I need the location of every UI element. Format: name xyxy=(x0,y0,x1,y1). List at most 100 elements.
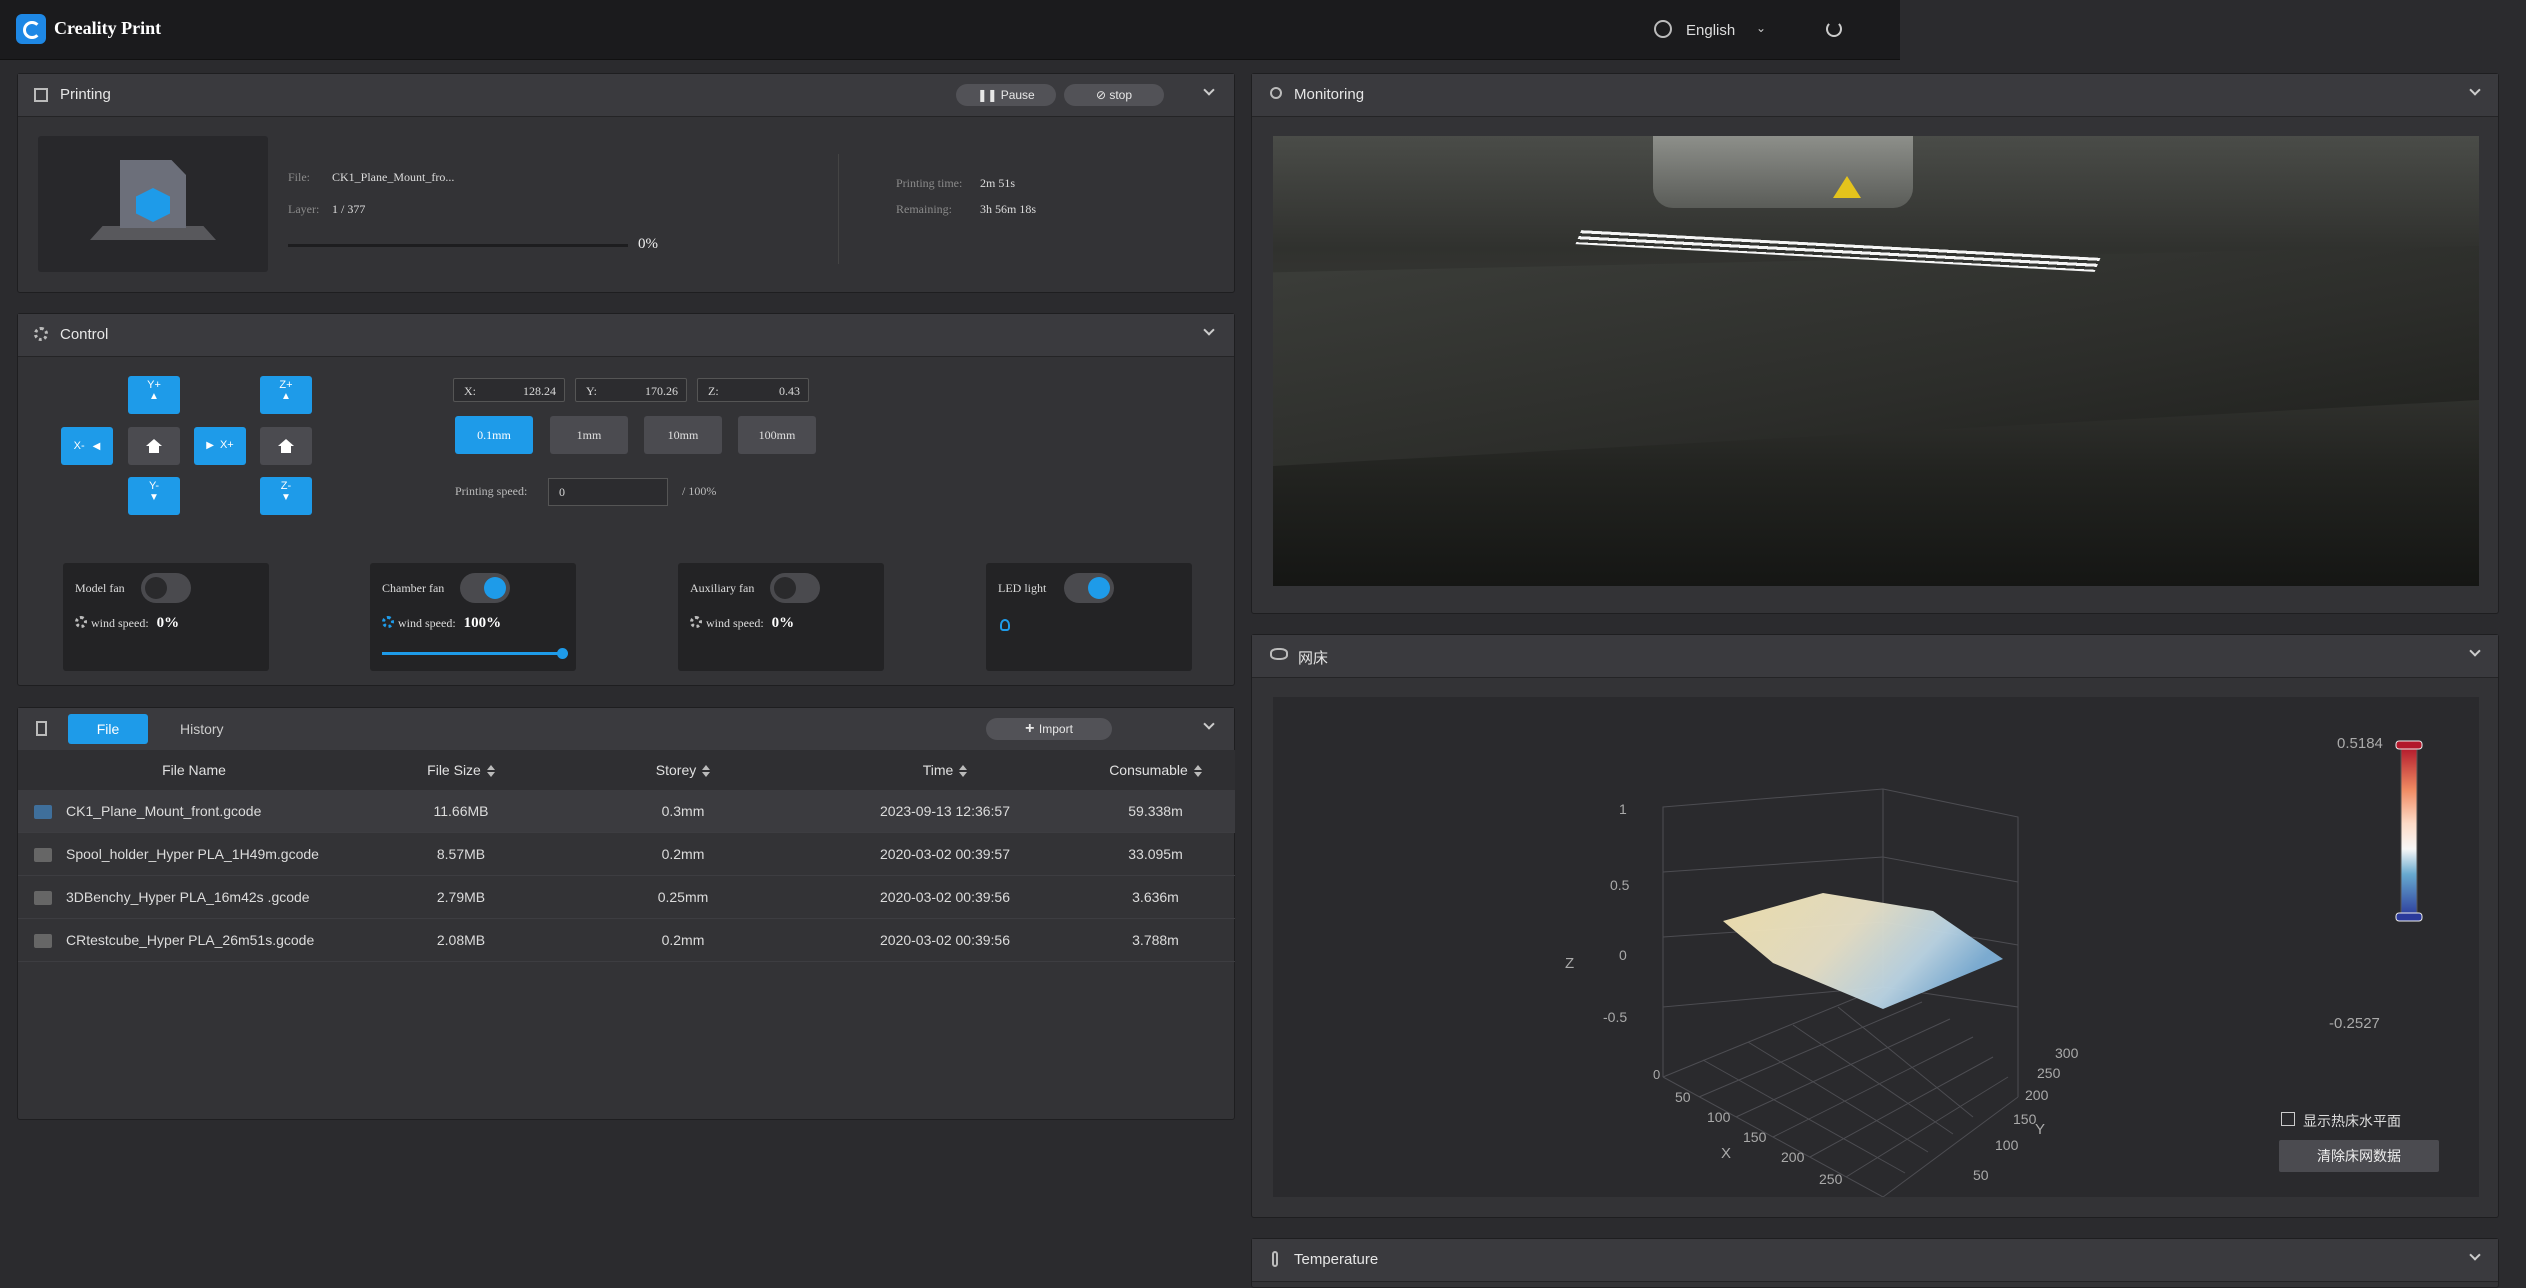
file-label: File: xyxy=(288,170,311,184)
sort-icon[interactable] xyxy=(486,765,495,778)
mesh-grid xyxy=(1662,788,2019,1197)
chevron-down-icon[interactable] xyxy=(1204,86,1214,96)
model-fan-toggle[interactable] xyxy=(141,573,191,603)
led-light-toggle[interactable] xyxy=(1064,573,1114,603)
file-value: CK1_Plane_Mount_fro... xyxy=(332,170,455,184)
led-light-label: LED light xyxy=(998,581,1047,595)
x-tick-label: 200 xyxy=(1781,1149,1805,1165)
clear-mesh-button[interactable]: 清除床网数据 xyxy=(2279,1140,2439,1172)
print-bed xyxy=(1273,246,2479,466)
aux-fan-card: Auxiliary fan wind speed: 0% xyxy=(678,563,884,671)
column-header-file-size[interactable]: File Size xyxy=(370,750,552,790)
layer-label: Layer: xyxy=(288,202,320,216)
aux-fan-wind: wind speed: 0% xyxy=(690,615,794,632)
column-header-time[interactable]: Time xyxy=(814,750,1076,790)
chamber-fan-slider-handle[interactable] xyxy=(557,648,568,659)
chevron-down-icon[interactable] xyxy=(2470,647,2480,657)
fan-icon xyxy=(75,616,87,628)
tab-history[interactable]: History xyxy=(180,721,224,737)
sort-icon[interactable] xyxy=(1193,765,1202,778)
table-row[interactable]: CRtestcube_Hyper PLA_26m51s.gcode 2.08MB… xyxy=(18,918,1235,962)
chevron-down-icon[interactable] xyxy=(2470,1251,2480,1261)
jog-x-minus-button[interactable]: X- ◀ xyxy=(61,427,113,465)
show-plane-checkbox[interactable] xyxy=(2281,1112,2295,1126)
jog-x-plus-button[interactable]: ▶ X+ xyxy=(194,427,246,465)
jog-z-minus-button[interactable]: Z- ▼ xyxy=(260,477,312,515)
camera-feed[interactable] xyxy=(1273,136,2479,586)
bed-mesh-panel: 网床 1 0.5 0 -0.5 Z 0 50 100 150 200 250 X… xyxy=(1251,634,2499,1218)
printer-icon xyxy=(34,88,48,102)
column-header-consumable[interactable]: Consumable xyxy=(1076,750,1235,790)
layer-value: 1 / 377 xyxy=(332,202,366,216)
y-tick-label: 300 xyxy=(2055,1045,2079,1061)
step-1mm-button[interactable]: 1mm xyxy=(550,416,628,454)
mesh-3d-chart[interactable] xyxy=(1273,697,2479,1197)
import-button[interactable]: + Import xyxy=(986,718,1112,740)
globe-icon[interactable] xyxy=(1654,20,1672,38)
bed-icon xyxy=(90,226,216,240)
x-tick-label: 150 xyxy=(1743,1129,1767,1145)
x-tick-label: 250 xyxy=(1819,1171,1843,1187)
colorbar xyxy=(2400,746,2418,918)
chevron-down-icon[interactable] xyxy=(1204,720,1214,730)
chevron-down-icon[interactable]: ⌄ xyxy=(1756,21,1766,35)
temperature-panel: Temperature xyxy=(1251,1238,2499,1288)
colorbar-max-handle[interactable] xyxy=(2395,740,2423,750)
step-100mm-button[interactable]: 100mm xyxy=(738,416,816,454)
chevron-down-icon[interactable] xyxy=(1204,326,1214,336)
toolhead xyxy=(1653,136,1913,208)
aux-fan-toggle[interactable] xyxy=(770,573,820,603)
home-icon xyxy=(146,439,162,453)
file-thumbnail-icon xyxy=(34,805,52,820)
app-logo-icon xyxy=(16,14,46,44)
column-header-file-name[interactable]: File Name xyxy=(18,750,370,790)
sort-icon[interactable] xyxy=(959,765,968,778)
bed-mesh-title: 网床 xyxy=(1298,650,1329,667)
colorbar-min-label: -0.2527 xyxy=(2329,1015,2380,1032)
x-axis-label: X xyxy=(1721,1145,1732,1162)
fan-icon xyxy=(382,616,394,628)
chamber-fan-wind: wind speed: 100% xyxy=(382,615,501,632)
step-0.1mm-button[interactable]: 0.1mm xyxy=(455,416,533,454)
refresh-icon[interactable] xyxy=(1826,21,1842,37)
z-tick-label: 1 xyxy=(1619,801,1627,817)
jog-y-plus-button[interactable]: Y+ ▲ xyxy=(128,376,180,414)
printing-speed-input[interactable]: 0 xyxy=(548,478,668,506)
thermometer-icon xyxy=(1272,1251,1278,1267)
step-10mm-button[interactable]: 10mm xyxy=(644,416,722,454)
gear-icon xyxy=(34,327,48,341)
monitoring-title: Monitoring xyxy=(1294,86,1365,103)
table-row[interactable]: CK1_Plane_Mount_front.gcode 11.66MB 0.3m… xyxy=(18,790,1235,833)
progress-bar xyxy=(288,244,628,247)
chamber-fan-toggle[interactable] xyxy=(460,573,510,603)
sort-icon[interactable] xyxy=(702,765,711,778)
monitoring-panel: Monitoring xyxy=(1251,73,2499,614)
model-fan-label: Model fan xyxy=(75,581,125,595)
jog-y-minus-button[interactable]: Y- ▼ xyxy=(128,477,180,515)
temperature-header: Temperature xyxy=(1252,1239,2498,1282)
bed-mesh-header: 网床 xyxy=(1252,635,2498,678)
home-xy-button[interactable] xyxy=(128,427,180,465)
colorbar-min-handle[interactable] xyxy=(2395,912,2423,922)
stop-button[interactable]: ⊘ stop xyxy=(1064,84,1164,106)
fan-icon xyxy=(690,616,702,628)
home-z-button[interactable] xyxy=(260,427,312,465)
file-thumbnail-icon xyxy=(34,891,52,906)
z-coordinate-field: Z: 0.43 xyxy=(697,378,809,402)
jog-z-plus-button[interactable]: Z+ ▲ xyxy=(260,376,312,414)
chamber-fan-label: Chamber fan xyxy=(382,581,445,595)
tab-file[interactable]: File xyxy=(68,714,148,744)
y-tick-label: 50 xyxy=(1973,1167,1989,1183)
table-row[interactable]: Spool_holder_Hyper PLA_1H49m.gcode 8.57M… xyxy=(18,832,1235,876)
chevron-down-icon[interactable] xyxy=(2470,86,2480,96)
language-selector[interactable]: English xyxy=(1686,22,1735,39)
model-fan-card: Model fan wind speed: 0% xyxy=(63,563,269,671)
table-row[interactable]: 3DBenchy_Hyper PLA_16m42s .gcode 2.79MB … xyxy=(18,875,1235,919)
chamber-fan-slider[interactable] xyxy=(382,648,568,659)
pause-button[interactable]: ❚❚ Pause xyxy=(956,84,1056,106)
printing-header: Printing ❚❚ Pause ⊘ stop xyxy=(18,74,1234,117)
mesh-icon xyxy=(1270,648,1288,660)
column-header-storey[interactable]: Storey xyxy=(552,750,814,790)
app-title: Creality Print xyxy=(54,18,162,38)
show-plane-label[interactable]: 显示热床水平面 xyxy=(2303,1111,2401,1131)
